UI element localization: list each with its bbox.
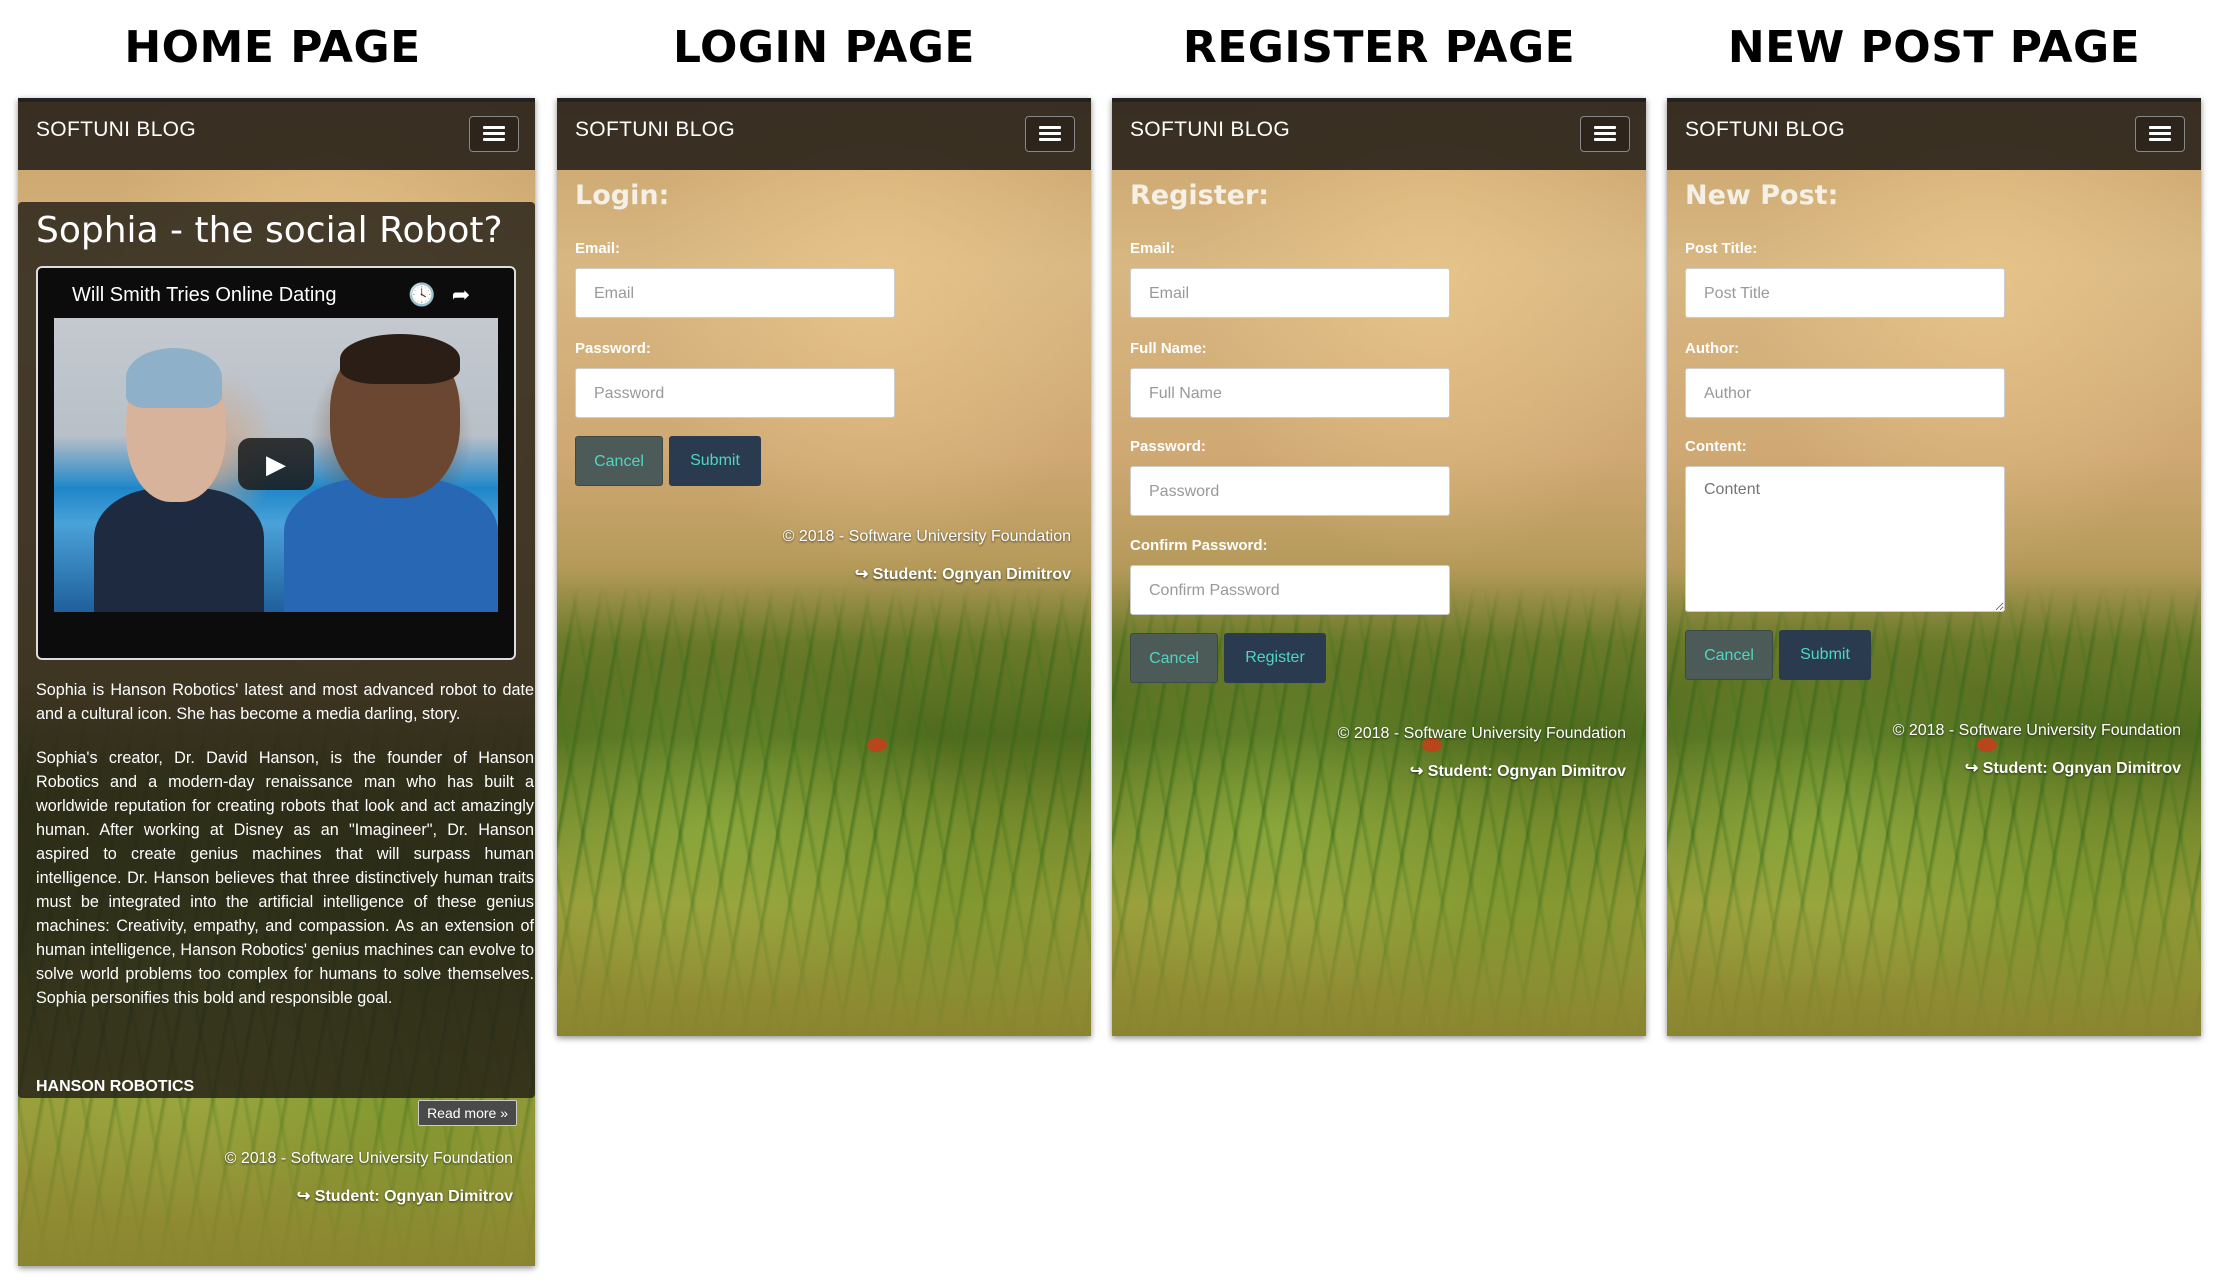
submit-button[interactable]: Submit <box>1779 630 1871 680</box>
article-title[interactable]: Sophia - the social Robot? <box>36 210 503 251</box>
author-label: Author: <box>1685 340 1740 357</box>
full-name-label: Full Name: <box>1130 340 1207 357</box>
hamburger-icon <box>1039 132 1061 135</box>
flower-decoration <box>867 738 887 752</box>
article-card: Sophia - the social Robot? Will Smith Tr… <box>18 202 535 1098</box>
robot-head-cap <box>126 348 222 408</box>
full-name-field[interactable]: Full Name <box>1130 368 1450 418</box>
flower-decoration <box>1977 738 1997 752</box>
hamburger-icon <box>1594 138 1616 141</box>
email-field[interactable]: Email <box>575 268 895 318</box>
post-title-label: Post Title: <box>1685 240 1758 257</box>
login-page-screen: SOFTUNI BLOG Login: Email: Email Passwor… <box>557 98 1091 1036</box>
hamburger-icon <box>483 138 505 141</box>
navbar-brand[interactable]: SOFTUNI BLOG <box>575 118 735 142</box>
register-page-heading: REGISTER PAGE <box>1182 22 1576 73</box>
man-hair <box>340 334 460 384</box>
register-button[interactable]: Register <box>1224 633 1326 683</box>
email-label: Email: <box>1130 240 1176 257</box>
robot-figure <box>94 488 264 612</box>
navbar: SOFTUNI BLOG <box>557 98 1091 170</box>
read-more-button[interactable]: Read more » <box>418 1100 517 1126</box>
hamburger-icon <box>483 132 505 135</box>
form-title: New Post: <box>1685 180 1839 211</box>
author-field[interactable]: Author <box>1685 368 2005 418</box>
footer-student[interactable]: ↪ Student: Ognyan Dimitrov <box>855 564 1071 584</box>
post-title-field[interactable]: Post Title <box>1685 268 2005 318</box>
email-field[interactable]: Email <box>1130 268 1450 318</box>
clock-icon[interactable]: 🕓 <box>408 282 435 308</box>
password-field[interactable]: Password <box>575 368 895 418</box>
navbar: SOFTUNI BLOG <box>1667 98 2201 170</box>
hamburger-icon <box>1594 132 1616 135</box>
home-page-screen: SOFTUNI BLOG Sophia - the social Robot? … <box>18 98 535 1266</box>
form-title: Login: <box>575 180 670 211</box>
navbar: SOFTUNI BLOG <box>18 98 535 170</box>
share-icon[interactable]: ➦ <box>448 282 474 308</box>
register-page-screen: SOFTUNI BLOG Register: Email: Email Full… <box>1112 98 1646 1036</box>
menu-toggle-button[interactable] <box>1580 116 1630 152</box>
menu-toggle-button[interactable] <box>2135 116 2185 152</box>
navbar-brand[interactable]: SOFTUNI BLOG <box>1685 118 1845 142</box>
cancel-button[interactable]: Cancel <box>575 436 663 486</box>
form-title: Register: <box>1130 180 1270 211</box>
submit-button[interactable]: Submit <box>669 436 761 486</box>
hamburger-icon <box>2149 126 2171 129</box>
footer-student[interactable]: ↪ Student: Ognyan Dimitrov <box>297 1186 513 1206</box>
password-field[interactable]: Password <box>1130 466 1450 516</box>
home-page-heading: HOME PAGE <box>124 22 421 73</box>
play-icon[interactable]: ▶ <box>238 438 314 490</box>
email-label: Email: <box>575 240 621 257</box>
hamburger-icon <box>1039 138 1061 141</box>
password-label: Password: <box>575 340 651 357</box>
new-post-page-screen: SOFTUNI BLOG New Post: Post Title: Post … <box>1667 98 2201 1036</box>
article-paragraph-1: Sophia is Hanson Robotics' latest and mo… <box>36 681 534 723</box>
navbar-brand[interactable]: SOFTUNI BLOG <box>1130 118 1290 142</box>
man-figure <box>284 478 498 612</box>
login-page-heading: LOGIN PAGE <box>673 22 975 73</box>
article-paragraph-2: Sophia's creator, Dr. David Hanson, is t… <box>36 749 534 1007</box>
footer-student[interactable]: ↪ Student: Ognyan Dimitrov <box>1965 758 2181 778</box>
cancel-button[interactable]: Cancel <box>1130 633 1218 683</box>
footer-student[interactable]: ↪ Student: Ognyan Dimitrov <box>1410 761 1626 781</box>
footer-copyright: © 2018 - Software University Foundation <box>1892 722 2181 739</box>
content-label: Content: <box>1685 438 1747 455</box>
password-label: Password: <box>1130 438 1206 455</box>
video-embed[interactable]: Will Smith Tries Online Dating 🕓 ➦ ▶ <box>36 266 516 660</box>
hamburger-icon <box>1039 126 1061 129</box>
footer-copyright: © 2018 - Software University Foundation <box>782 528 1071 545</box>
cancel-button[interactable]: Cancel <box>1685 630 1773 680</box>
content-textarea[interactable] <box>1685 466 2005 612</box>
footer-copyright: © 2018 - Software University Foundation <box>224 1150 513 1167</box>
confirm-password-label: Confirm Password: <box>1130 537 1268 554</box>
hamburger-icon <box>1594 126 1616 129</box>
confirm-password-field[interactable]: Confirm Password <box>1130 565 1450 615</box>
navbar-brand[interactable]: SOFTUNI BLOG <box>36 118 196 142</box>
hamburger-icon <box>483 126 505 129</box>
video-title[interactable]: Will Smith Tries Online Dating <box>72 284 337 307</box>
menu-toggle-button[interactable] <box>1025 116 1075 152</box>
footer-copyright: © 2018 - Software University Foundation <box>1337 725 1626 742</box>
hamburger-icon <box>2149 132 2171 135</box>
menu-toggle-button[interactable] <box>469 116 519 152</box>
new-post-page-heading: NEW POST PAGE <box>1727 22 2141 73</box>
grass-overlay <box>557 585 1091 1036</box>
article-author: HANSON ROBOTICS <box>36 1078 195 1095</box>
navbar: SOFTUNI BLOG <box>1112 98 1646 170</box>
hamburger-icon <box>2149 138 2171 141</box>
video-thumbnail[interactable]: ▶ <box>54 318 498 612</box>
